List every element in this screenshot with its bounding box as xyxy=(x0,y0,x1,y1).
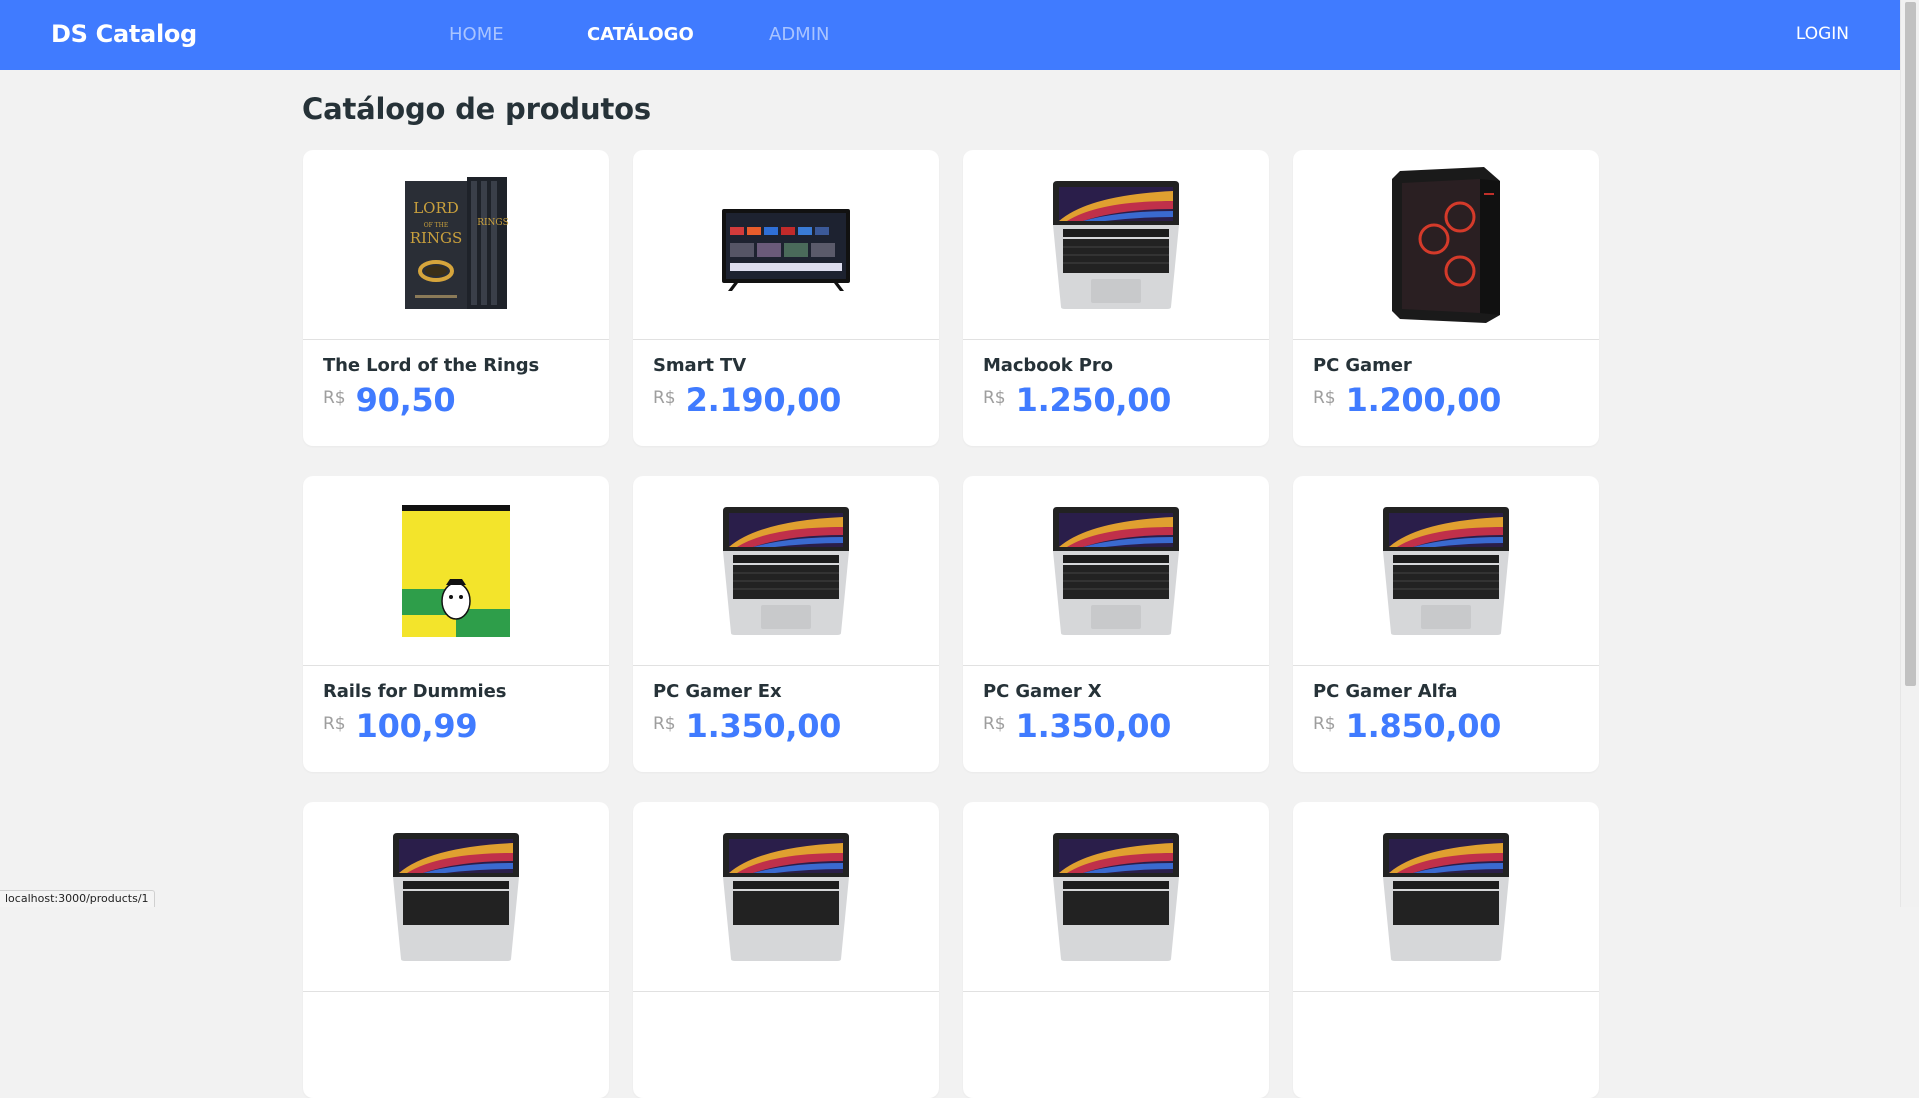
product-name: PC Gamer X xyxy=(983,681,1249,702)
nav-home-link[interactable]: HOME xyxy=(449,24,504,45)
svg-text:LORD: LORD xyxy=(413,199,459,217)
price-row: R$ 90,50 xyxy=(323,381,589,419)
product-image-laptop xyxy=(963,150,1269,340)
price-row: R$ 1.200,00 xyxy=(1313,381,1579,419)
product-price: 100,99 xyxy=(356,707,478,745)
brand-logo[interactable]: DS Catalog xyxy=(51,20,197,48)
navbar: DS Catalog HOME CATÁLOGO ADMIN LOGIN xyxy=(0,0,1900,70)
svg-text:OF THE: OF THE xyxy=(424,222,449,229)
price-row: R$ 1.350,00 xyxy=(983,707,1249,745)
laptop-icon xyxy=(719,507,853,635)
product-card[interactable]: Smart TV R$ 2.190,00 xyxy=(633,150,939,446)
product-image-pc-case xyxy=(1293,150,1599,340)
login-link[interactable]: LOGIN xyxy=(1796,24,1849,44)
product-image-smart-tv xyxy=(633,150,939,340)
currency-label: R$ xyxy=(323,714,346,734)
product-price: 90,50 xyxy=(356,381,456,419)
product-image-laptop xyxy=(963,476,1269,666)
laptop-icon xyxy=(389,833,523,961)
product-card[interactable]: PC Gamer X R$ 1.350,00 xyxy=(963,476,1269,772)
lotr-box-set-icon: LORD OF THE RINGS RINGS xyxy=(401,175,511,315)
product-grid: LORD OF THE RINGS RINGS The Lord of the … xyxy=(303,150,1599,1098)
product-image-laptop xyxy=(1293,476,1599,666)
product-card[interactable] xyxy=(633,802,939,1098)
laptop-icon xyxy=(1049,833,1183,961)
price-row: R$ 1.850,00 xyxy=(1313,707,1579,745)
scrollbar-thumb[interactable] xyxy=(1905,2,1916,686)
laptop-icon xyxy=(1049,181,1183,309)
currency-label: R$ xyxy=(653,388,676,408)
currency-label: R$ xyxy=(323,388,346,408)
product-card[interactable]: PC Gamer R$ 1.200,00 xyxy=(1293,150,1599,446)
product-image-laptop xyxy=(963,802,1269,992)
product-price: 1.850,00 xyxy=(1346,707,1502,745)
price-row: R$ 1.350,00 xyxy=(653,707,919,745)
product-image-dummies-book xyxy=(303,476,609,666)
product-card[interactable]: Rails for Dummies R$ 100,99 xyxy=(303,476,609,772)
product-card[interactable] xyxy=(303,802,609,1098)
product-price: 1.350,00 xyxy=(686,707,842,745)
product-name: PC Gamer Ex xyxy=(653,681,919,702)
svg-text:RINGS: RINGS xyxy=(410,229,463,247)
product-name: PC Gamer xyxy=(1313,355,1579,376)
currency-label: R$ xyxy=(983,388,1006,408)
page-title: Catálogo de produtos xyxy=(302,92,651,126)
currency-label: R$ xyxy=(653,714,676,734)
price-row: R$ 2.190,00 xyxy=(653,381,919,419)
product-price: 1.350,00 xyxy=(1016,707,1172,745)
product-name: PC Gamer Alfa xyxy=(1313,681,1579,702)
svg-text:RINGS: RINGS xyxy=(477,218,509,228)
pc-case-icon xyxy=(1388,167,1504,323)
product-image-laptop xyxy=(1293,802,1599,992)
laptop-icon xyxy=(719,833,853,961)
laptop-icon xyxy=(1049,507,1183,635)
product-card[interactable]: Macbook Pro R$ 1.250,00 xyxy=(963,150,1269,446)
currency-label: R$ xyxy=(1313,388,1336,408)
product-name: The Lord of the Rings xyxy=(323,355,589,376)
product-card[interactable]: PC Gamer Alfa R$ 1.850,00 xyxy=(1293,476,1599,772)
currency-label: R$ xyxy=(1313,714,1336,734)
laptop-icon xyxy=(1379,507,1513,635)
price-row: R$ 100,99 xyxy=(323,707,589,745)
page-scrollbar[interactable] xyxy=(1900,0,1919,907)
nav-admin-link[interactable]: ADMIN xyxy=(769,24,829,45)
product-image-laptop xyxy=(303,802,609,992)
product-card[interactable] xyxy=(1293,802,1599,1098)
product-card[interactable]: PC Gamer Ex R$ 1.350,00 xyxy=(633,476,939,772)
product-name: Macbook Pro xyxy=(983,355,1249,376)
product-price: 1.200,00 xyxy=(1346,381,1502,419)
product-image-laptop xyxy=(633,802,939,992)
laptop-icon xyxy=(1379,833,1513,961)
smart-tv-icon xyxy=(720,199,852,291)
nav-catalog-link[interactable]: CATÁLOGO xyxy=(587,24,694,45)
product-name: Smart TV xyxy=(653,355,919,376)
product-image-laptop xyxy=(633,476,939,666)
product-price: 1.250,00 xyxy=(1016,381,1172,419)
product-image-lotr: LORD OF THE RINGS RINGS xyxy=(303,150,609,340)
product-name: Rails for Dummies xyxy=(323,681,589,702)
dummies-book-icon xyxy=(402,505,510,637)
price-row: R$ 1.250,00 xyxy=(983,381,1249,419)
product-price: 2.190,00 xyxy=(686,381,842,419)
browser-status-url: localhost:3000/products/1 xyxy=(0,890,155,907)
currency-label: R$ xyxy=(983,714,1006,734)
product-card[interactable]: LORD OF THE RINGS RINGS The Lord of the … xyxy=(303,150,609,446)
product-card[interactable] xyxy=(963,802,1269,1098)
